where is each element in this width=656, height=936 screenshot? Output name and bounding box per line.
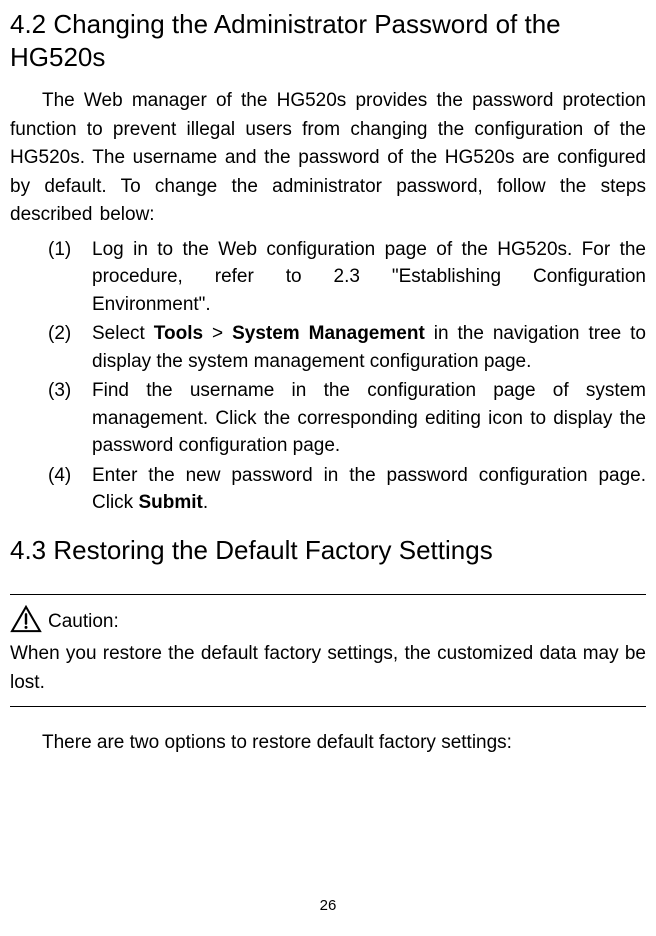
step-1: Log in to the Web configuration page of …	[48, 236, 646, 319]
divider-bottom	[10, 706, 646, 707]
steps-list: Log in to the Web configuration page of …	[10, 236, 646, 517]
step-2-mid: >	[203, 323, 232, 344]
warning-icon	[10, 605, 42, 633]
caution-block: Caution: When you restore the default fa…	[10, 594, 646, 707]
step-4-post: .	[203, 492, 208, 513]
caution-text: When you restore the default factory set…	[10, 639, 646, 698]
step-4: Enter the new password in the password c…	[48, 462, 646, 517]
step-2-pre: Select	[92, 323, 154, 344]
step-2: Select Tools > System Management in the …	[48, 320, 646, 375]
caution-label: Caution:	[48, 611, 119, 633]
step-3: Find the username in the configuration p…	[48, 377, 646, 460]
section-4-2-intro: The Web manager of the HG520s provides t…	[10, 87, 646, 230]
page-number: 26	[0, 897, 656, 914]
step-2-bold-tools: Tools	[154, 323, 203, 344]
divider-top	[10, 594, 646, 595]
step-3-text: Find the username in the configuration p…	[92, 380, 646, 456]
step-4-bold-submit: Submit	[138, 492, 202, 513]
section-4-3-heading: 4.3 Restoring the Default Factory Settin…	[10, 535, 646, 566]
caution-header: Caution:	[10, 605, 646, 633]
step-2-bold-sysm: System Management	[232, 323, 425, 344]
section-4-2-heading: 4.2 Changing the Administrator Password …	[10, 8, 646, 73]
step-1-text: Log in to the Web configuration page of …	[92, 239, 646, 315]
restore-options-intro: There are two options to restore default…	[10, 729, 646, 758]
